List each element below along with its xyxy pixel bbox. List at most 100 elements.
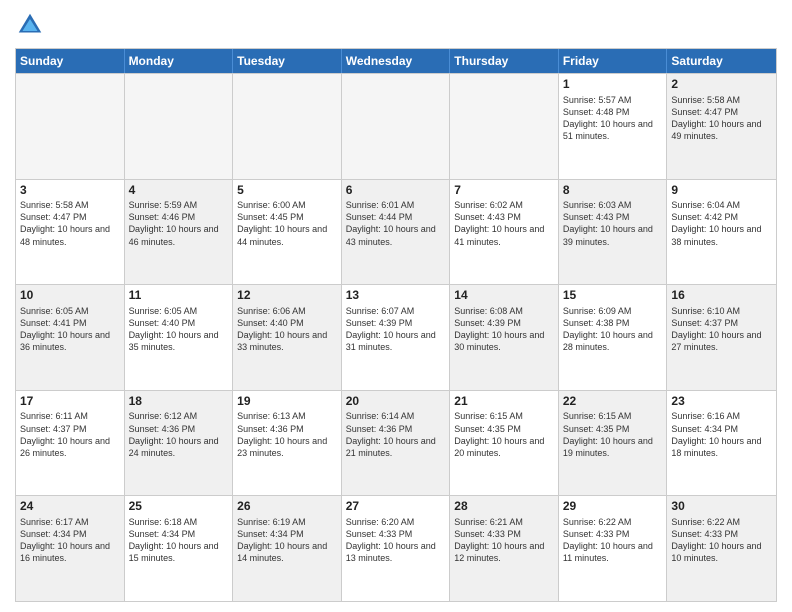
day-info: Sunrise: 6:06 AM Sunset: 4:40 PM Dayligh… [237, 305, 337, 354]
weekday-header: Tuesday [233, 49, 342, 73]
weekday-header: Monday [125, 49, 234, 73]
weekday-header: Wednesday [342, 49, 451, 73]
day-number: 23 [671, 394, 772, 410]
day-info: Sunrise: 6:15 AM Sunset: 4:35 PM Dayligh… [563, 410, 663, 459]
day-number: 10 [20, 288, 120, 304]
calendar-row: 3Sunrise: 5:58 AM Sunset: 4:47 PM Daylig… [16, 179, 776, 285]
day-number: 27 [346, 499, 446, 515]
weekday-header: Friday [559, 49, 668, 73]
day-info: Sunrise: 6:08 AM Sunset: 4:39 PM Dayligh… [454, 305, 554, 354]
calendar-cell: 17Sunrise: 6:11 AM Sunset: 4:37 PM Dayli… [16, 391, 125, 496]
day-info: Sunrise: 6:19 AM Sunset: 4:34 PM Dayligh… [237, 516, 337, 565]
day-info: Sunrise: 6:10 AM Sunset: 4:37 PM Dayligh… [671, 305, 772, 354]
day-info: Sunrise: 6:03 AM Sunset: 4:43 PM Dayligh… [563, 199, 663, 248]
day-number: 7 [454, 183, 554, 199]
calendar-cell: 19Sunrise: 6:13 AM Sunset: 4:36 PM Dayli… [233, 391, 342, 496]
day-number: 15 [563, 288, 663, 304]
calendar-cell: 29Sunrise: 6:22 AM Sunset: 4:33 PM Dayli… [559, 496, 668, 601]
day-number: 3 [20, 183, 120, 199]
calendar-cell: 20Sunrise: 6:14 AM Sunset: 4:36 PM Dayli… [342, 391, 451, 496]
day-info: Sunrise: 6:09 AM Sunset: 4:38 PM Dayligh… [563, 305, 663, 354]
day-number: 2 [671, 77, 772, 93]
calendar-cell: 14Sunrise: 6:08 AM Sunset: 4:39 PM Dayli… [450, 285, 559, 390]
calendar-row: 1Sunrise: 5:57 AM Sunset: 4:48 PM Daylig… [16, 73, 776, 179]
day-number: 25 [129, 499, 229, 515]
calendar-cell [233, 74, 342, 179]
calendar-cell: 24Sunrise: 6:17 AM Sunset: 4:34 PM Dayli… [16, 496, 125, 601]
day-number: 5 [237, 183, 337, 199]
day-number: 1 [563, 77, 663, 93]
day-info: Sunrise: 6:02 AM Sunset: 4:43 PM Dayligh… [454, 199, 554, 248]
day-info: Sunrise: 5:58 AM Sunset: 4:47 PM Dayligh… [671, 94, 772, 143]
day-info: Sunrise: 5:57 AM Sunset: 4:48 PM Dayligh… [563, 94, 663, 143]
calendar-cell: 5Sunrise: 6:00 AM Sunset: 4:45 PM Daylig… [233, 180, 342, 285]
calendar-cell: 12Sunrise: 6:06 AM Sunset: 4:40 PM Dayli… [233, 285, 342, 390]
calendar-row: 17Sunrise: 6:11 AM Sunset: 4:37 PM Dayli… [16, 390, 776, 496]
day-number: 18 [129, 394, 229, 410]
calendar-cell: 30Sunrise: 6:22 AM Sunset: 4:33 PM Dayli… [667, 496, 776, 601]
calendar-row: 10Sunrise: 6:05 AM Sunset: 4:41 PM Dayli… [16, 284, 776, 390]
day-info: Sunrise: 6:05 AM Sunset: 4:40 PM Dayligh… [129, 305, 229, 354]
calendar-cell: 18Sunrise: 6:12 AM Sunset: 4:36 PM Dayli… [125, 391, 234, 496]
logo [15, 10, 49, 40]
day-number: 6 [346, 183, 446, 199]
day-info: Sunrise: 6:18 AM Sunset: 4:34 PM Dayligh… [129, 516, 229, 565]
weekday-header: Saturday [667, 49, 776, 73]
weekday-header: Sunday [16, 49, 125, 73]
day-info: Sunrise: 6:14 AM Sunset: 4:36 PM Dayligh… [346, 410, 446, 459]
day-info: Sunrise: 6:21 AM Sunset: 4:33 PM Dayligh… [454, 516, 554, 565]
calendar-cell: 26Sunrise: 6:19 AM Sunset: 4:34 PM Dayli… [233, 496, 342, 601]
calendar-body: 1Sunrise: 5:57 AM Sunset: 4:48 PM Daylig… [16, 73, 776, 601]
day-number: 19 [237, 394, 337, 410]
calendar-cell [16, 74, 125, 179]
day-info: Sunrise: 6:20 AM Sunset: 4:33 PM Dayligh… [346, 516, 446, 565]
day-number: 21 [454, 394, 554, 410]
day-number: 14 [454, 288, 554, 304]
day-info: Sunrise: 6:12 AM Sunset: 4:36 PM Dayligh… [129, 410, 229, 459]
calendar-row: 24Sunrise: 6:17 AM Sunset: 4:34 PM Dayli… [16, 495, 776, 601]
day-number: 13 [346, 288, 446, 304]
calendar-cell: 8Sunrise: 6:03 AM Sunset: 4:43 PM Daylig… [559, 180, 668, 285]
day-number: 9 [671, 183, 772, 199]
page: SundayMondayTuesdayWednesdayThursdayFrid… [0, 0, 792, 612]
calendar-cell: 4Sunrise: 5:59 AM Sunset: 4:46 PM Daylig… [125, 180, 234, 285]
day-number: 28 [454, 499, 554, 515]
day-info: Sunrise: 6:15 AM Sunset: 4:35 PM Dayligh… [454, 410, 554, 459]
day-number: 30 [671, 499, 772, 515]
calendar-cell: 21Sunrise: 6:15 AM Sunset: 4:35 PM Dayli… [450, 391, 559, 496]
calendar-cell [342, 74, 451, 179]
day-number: 12 [237, 288, 337, 304]
calendar-cell: 27Sunrise: 6:20 AM Sunset: 4:33 PM Dayli… [342, 496, 451, 601]
day-info: Sunrise: 6:05 AM Sunset: 4:41 PM Dayligh… [20, 305, 120, 354]
calendar-cell: 2Sunrise: 5:58 AM Sunset: 4:47 PM Daylig… [667, 74, 776, 179]
calendar-cell: 6Sunrise: 6:01 AM Sunset: 4:44 PM Daylig… [342, 180, 451, 285]
calendar-cell: 10Sunrise: 6:05 AM Sunset: 4:41 PM Dayli… [16, 285, 125, 390]
weekday-header: Thursday [450, 49, 559, 73]
day-info: Sunrise: 6:01 AM Sunset: 4:44 PM Dayligh… [346, 199, 446, 248]
calendar-cell: 15Sunrise: 6:09 AM Sunset: 4:38 PM Dayli… [559, 285, 668, 390]
calendar-cell: 22Sunrise: 6:15 AM Sunset: 4:35 PM Dayli… [559, 391, 668, 496]
day-info: Sunrise: 6:16 AM Sunset: 4:34 PM Dayligh… [671, 410, 772, 459]
day-number: 16 [671, 288, 772, 304]
day-info: Sunrise: 6:11 AM Sunset: 4:37 PM Dayligh… [20, 410, 120, 459]
calendar-cell: 1Sunrise: 5:57 AM Sunset: 4:48 PM Daylig… [559, 74, 668, 179]
calendar: SundayMondayTuesdayWednesdayThursdayFrid… [15, 48, 777, 602]
day-number: 29 [563, 499, 663, 515]
logo-icon [15, 10, 45, 40]
day-info: Sunrise: 5:59 AM Sunset: 4:46 PM Dayligh… [129, 199, 229, 248]
calendar-cell: 28Sunrise: 6:21 AM Sunset: 4:33 PM Dayli… [450, 496, 559, 601]
day-number: 17 [20, 394, 120, 410]
day-info: Sunrise: 6:13 AM Sunset: 4:36 PM Dayligh… [237, 410, 337, 459]
day-info: Sunrise: 6:22 AM Sunset: 4:33 PM Dayligh… [671, 516, 772, 565]
calendar-cell: 9Sunrise: 6:04 AM Sunset: 4:42 PM Daylig… [667, 180, 776, 285]
day-number: 20 [346, 394, 446, 410]
calendar-cell: 25Sunrise: 6:18 AM Sunset: 4:34 PM Dayli… [125, 496, 234, 601]
calendar-cell: 23Sunrise: 6:16 AM Sunset: 4:34 PM Dayli… [667, 391, 776, 496]
page-header [15, 10, 777, 40]
day-number: 22 [563, 394, 663, 410]
day-number: 26 [237, 499, 337, 515]
calendar-header: SundayMondayTuesdayWednesdayThursdayFrid… [16, 49, 776, 73]
calendar-cell: 3Sunrise: 5:58 AM Sunset: 4:47 PM Daylig… [16, 180, 125, 285]
day-number: 24 [20, 499, 120, 515]
day-number: 4 [129, 183, 229, 199]
